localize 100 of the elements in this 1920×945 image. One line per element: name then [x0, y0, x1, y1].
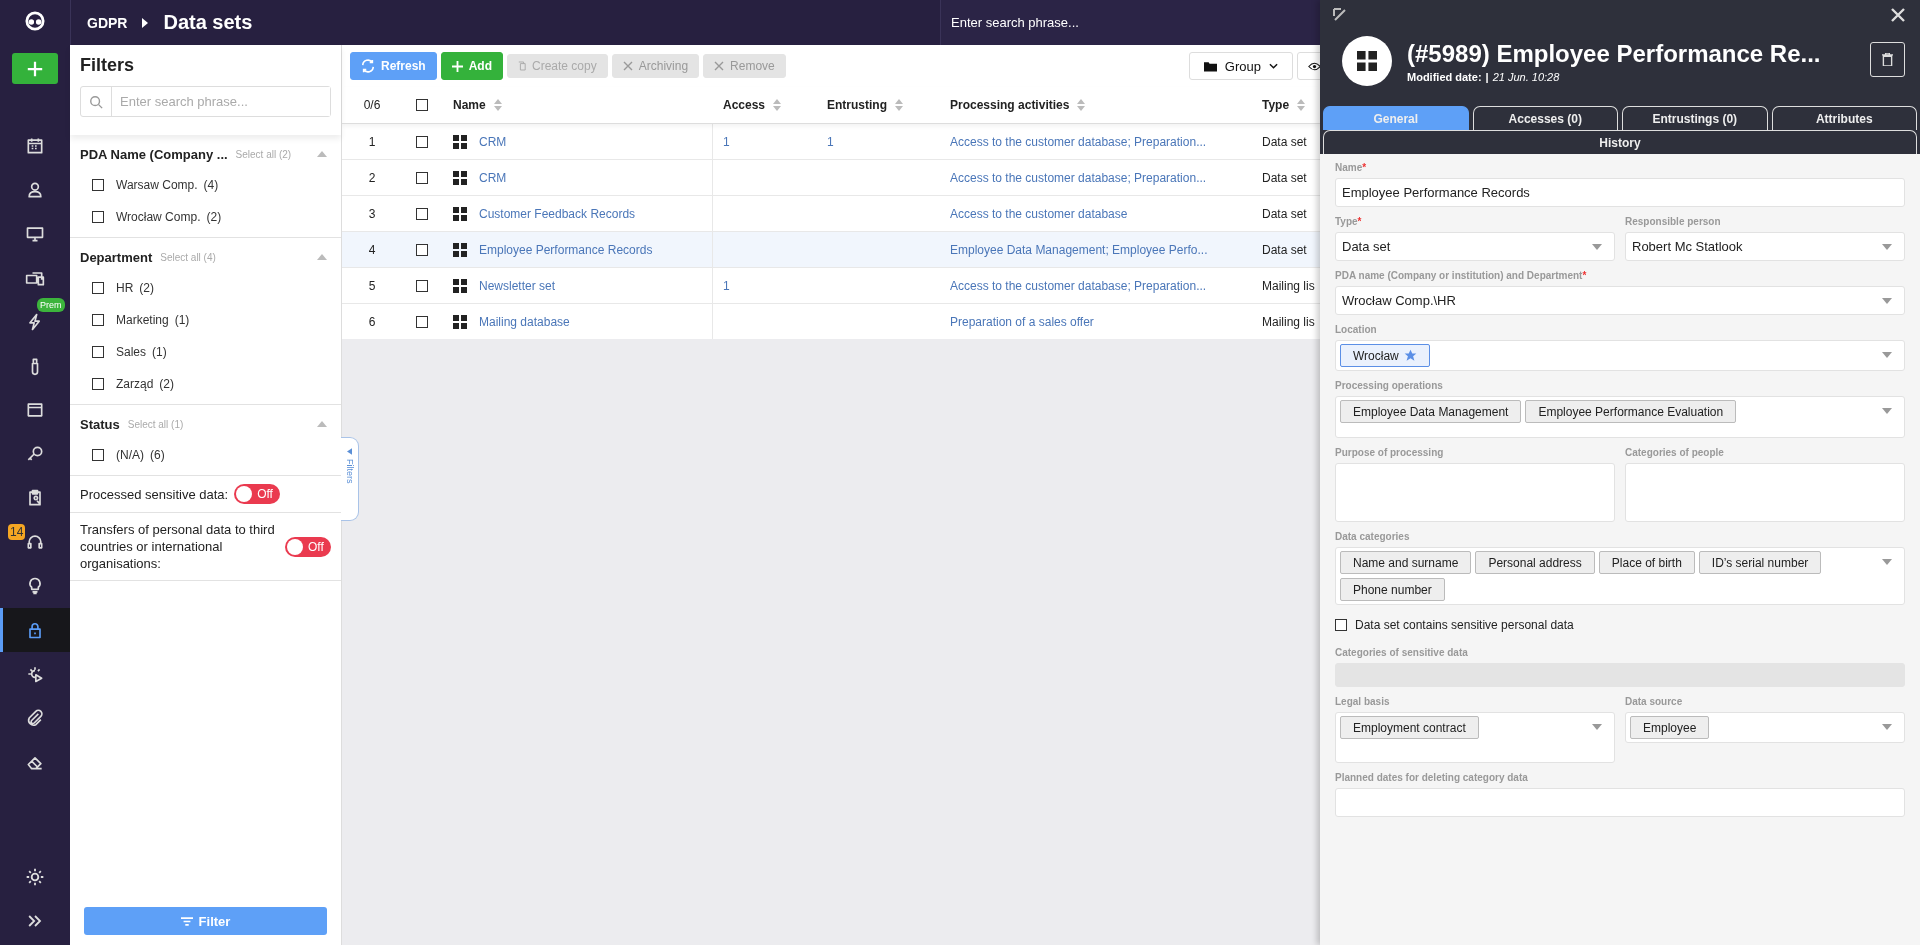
filter-option-label: Warsaw Comp. — [116, 178, 198, 192]
search-field[interactable]: Enter search phrase... — [940, 0, 1320, 45]
filter-group-title: Status — [80, 416, 120, 432]
field-label: Responsible person — [1625, 216, 1722, 227]
field-label: Data source — [1625, 696, 1684, 707]
column-header[interactable]: Access — [713, 87, 817, 123]
table-row[interactable]: 4 Employee Performance Records Employee Data Management; Employee Perfo... Data set — [342, 231, 1320, 267]
add-button[interactable] — [12, 53, 58, 84]
select-field[interactable]: Robert Mc Statlook — [1625, 232, 1905, 261]
table-row[interactable]: 5 Newsletter set 1 Access to the customer database; Preparation... Mailing lis — [342, 267, 1320, 303]
checkbox[interactable] — [92, 449, 104, 461]
row-number: 6 — [367, 313, 377, 331]
record-link[interactable]: CRM — [479, 170, 507, 185]
checkbox-label: Data set contains sensitive personal data — [1355, 618, 1574, 632]
filter-option-count: (1) — [152, 345, 167, 359]
row-checkbox[interactable] — [416, 243, 428, 256]
chevron-down-icon — [1269, 63, 1278, 69]
processing-link[interactable]: Access to the customer database; Preparation... — [950, 170, 1207, 185]
dropdown-caret-icon — [1592, 724, 1602, 730]
checkbox[interactable] — [92, 211, 104, 223]
search-icon — [89, 94, 103, 109]
processing-link[interactable]: Access to the customer database — [950, 206, 1128, 221]
row-number: 3 — [367, 205, 377, 223]
filter-button[interactable]: Filter — [84, 907, 327, 935]
dropdown-caret-icon — [1592, 243, 1602, 250]
tag: ID’s serial number — [1698, 551, 1822, 574]
record-link[interactable]: Mailing database — [479, 314, 570, 329]
filter-option-label: Wrocław Comp. — [116, 210, 201, 224]
row-number: 2 — [367, 169, 377, 187]
toolbar-button[interactable]: Add — [440, 52, 503, 80]
checkbox[interactable] — [92, 378, 104, 390]
toggle-switch[interactable]: Off — [285, 536, 331, 557]
row-checkbox[interactable] — [416, 171, 428, 184]
filter-option-count: (2) — [159, 377, 175, 391]
access-count[interactable]: 1 — [723, 134, 730, 149]
filters-tab[interactable]: Filters — [341, 437, 359, 521]
multi-select-field[interactable]: Employee Data Management Employee Performance Evaluation — [1335, 396, 1905, 438]
dropdown-caret-icon — [1882, 352, 1892, 358]
row-checkbox[interactable] — [416, 315, 428, 328]
record-link[interactable]: Customer Feedback Records — [479, 206, 636, 221]
plus-icon — [26, 59, 44, 78]
table-row[interactable]: 1 CRM 1 1 Access to the customer database; Preparation... Data set — [342, 123, 1320, 159]
row-checkbox[interactable] — [416, 207, 428, 220]
select-all-checkbox[interactable] — [416, 99, 428, 111]
row-checkbox[interactable] — [416, 135, 428, 148]
text-field[interactable] — [1335, 788, 1905, 817]
checkbox[interactable] — [92, 314, 104, 326]
dropdown-caret-icon — [1882, 243, 1892, 250]
table-row[interactable]: 2 CRM Access to the customer database; Preparation... Data set — [342, 159, 1320, 195]
checkbox[interactable] — [92, 282, 104, 294]
text-field[interactable]: Employee Performance Records — [1335, 178, 1905, 207]
select-field[interactable]: Data set — [1335, 232, 1615, 261]
tab[interactable]: Accesses (0) — [1472, 106, 1618, 130]
toolbar-button[interactable]: Refresh — [350, 52, 437, 80]
record-link[interactable]: Newsletter set — [479, 278, 556, 293]
record-link[interactable]: CRM — [479, 134, 507, 149]
field-label: Legal basis — [1335, 696, 1391, 707]
toggle-switch[interactable]: Off — [234, 484, 281, 504]
breadcrumb-link[interactable]: GDPR — [87, 14, 128, 31]
nav-item[interactable] — [0, 608, 70, 652]
processing-link[interactable]: Employee Data Management; Employee Perfo... — [950, 242, 1208, 257]
processing-link[interactable]: Access to the customer database; Preparation... — [950, 134, 1207, 149]
person-icon — [25, 180, 45, 200]
multi-select-field[interactable]: Employment contract — [1335, 712, 1615, 763]
column-header[interactable]: Processing activities — [940, 87, 1252, 123]
column-header[interactable]: Name — [442, 87, 713, 123]
tab[interactable]: Attributes — [1771, 106, 1917, 130]
checkbox[interactable] — [1335, 619, 1347, 631]
row-number: 5 — [367, 277, 377, 295]
tab[interactable]: History — [1323, 130, 1917, 154]
field-label: Categories of people — [1625, 447, 1725, 458]
tab[interactable]: Entrustings (0) — [1622, 106, 1768, 130]
column-header[interactable]: Type — [1252, 87, 1320, 123]
page-title: Data sets — [163, 11, 253, 34]
field-label: Name* — [1335, 162, 1368, 173]
processing-link[interactable]: Access to the customer database; Preparation... — [950, 278, 1207, 293]
processing-link[interactable]: Preparation of a sales offer — [950, 314, 1094, 329]
multi-select-field[interactable]: Name and surname Personal address Place of birth ID’s serial number Phone number — [1335, 547, 1905, 605]
checkbox[interactable] — [92, 346, 104, 358]
nav-item[interactable]: 14 — [0, 520, 70, 564]
record-link[interactable]: Employee Performance Records — [479, 242, 653, 257]
close-icon — [622, 61, 633, 71]
multi-select-field[interactable]: Employee — [1625, 712, 1905, 743]
row-number: 4 — [367, 241, 377, 259]
select-field[interactable]: Wrocław Comp.\HR — [1335, 286, 1905, 315]
multi-select-field[interactable]: Wrocław — [1335, 340, 1905, 371]
access-count[interactable]: 1 — [723, 278, 730, 293]
collapse-arrow-icon[interactable] — [1333, 8, 1347, 22]
nav-item[interactable]: Prem — [0, 300, 70, 344]
copy-icon — [518, 61, 526, 71]
table-row[interactable]: 6 Mailing database Preparation of a sales offer Mailing lis — [342, 303, 1320, 339]
checkbox[interactable] — [92, 179, 104, 191]
row-checkbox[interactable] — [416, 279, 428, 292]
group-dropdown[interactable]: Group — [1188, 52, 1293, 80]
filter-group-title: Department — [80, 249, 153, 265]
entrusting-count[interactable]: 1 — [827, 134, 834, 149]
close-icon[interactable] — [1891, 8, 1905, 22]
field-label: PDA name (Company or institution) and Department* — [1335, 270, 1588, 281]
column-header[interactable]: Entrusting — [817, 87, 940, 123]
delete-button[interactable] — [1870, 41, 1905, 77]
